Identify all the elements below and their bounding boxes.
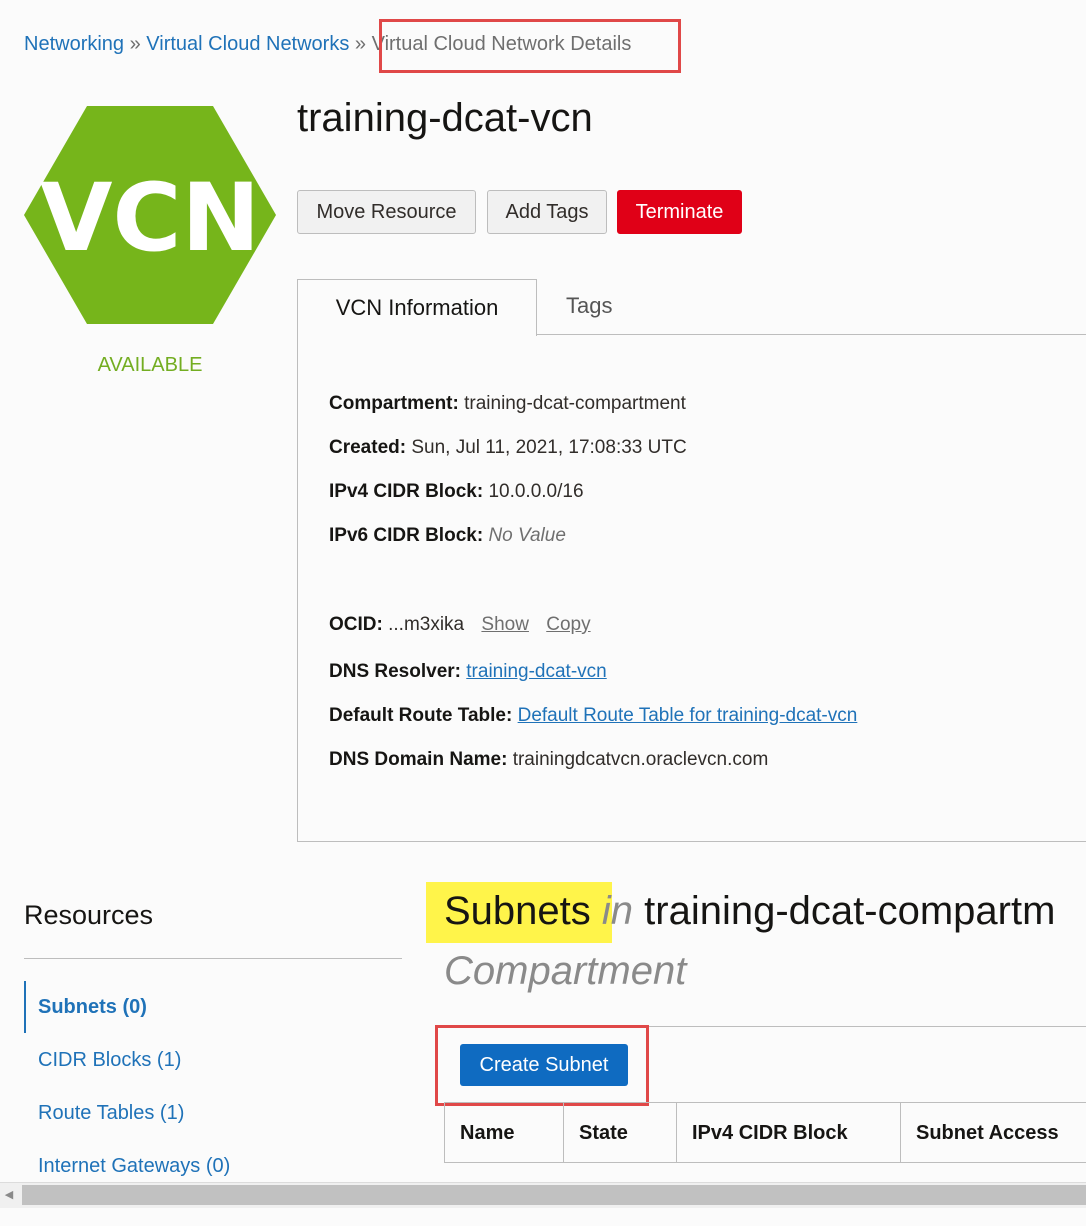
subnets-heading: Subnets in training-dcat-compartm xyxy=(444,889,1055,934)
dns-resolver-link[interactable]: training-dcat-vcn xyxy=(466,661,606,682)
subnets-heading-compartment: training-dcat-compartm xyxy=(644,889,1056,933)
column-header-name[interactable]: Name xyxy=(460,1122,514,1145)
annotation-box-breadcrumb xyxy=(379,19,681,73)
column-header-state[interactable]: State xyxy=(579,1122,628,1145)
ipv6-value: No Value xyxy=(488,525,566,546)
route-table-link[interactable]: Default Route Table for training-dcat-vc… xyxy=(518,705,858,726)
terminate-button[interactable]: Terminate xyxy=(617,190,742,234)
created-label: Created: xyxy=(329,437,407,458)
scroll-left-arrow-icon[interactable]: ◀ xyxy=(2,1188,16,1202)
resources-title: Resources xyxy=(24,900,154,930)
dns-domain-label: DNS Domain Name: xyxy=(329,749,508,770)
column-divider xyxy=(676,1102,677,1163)
resources-divider xyxy=(24,958,402,959)
info-route-table: Default Route Table: Default Route Table… xyxy=(329,705,857,727)
ipv6-label: IPv6 CIDR Block: xyxy=(329,525,484,546)
route-table-label: Default Route Table: xyxy=(329,705,513,726)
subnets-heading-in: in xyxy=(601,889,634,933)
info-ocid: OCID: ...m3xika Show Copy xyxy=(329,614,591,636)
subnets-heading-label: Subnets xyxy=(444,889,591,933)
scrollbar-thumb[interactable] xyxy=(22,1185,1086,1205)
breadcrumb-separator: » xyxy=(129,33,141,55)
compartment-label: Compartment: xyxy=(329,393,459,414)
info-dns-resolver: DNS Resolver: training-dcat-vcn xyxy=(329,661,607,683)
info-created: Created: Sun, Jul 11, 2021, 17:08:33 UTC xyxy=(329,437,687,459)
ocid-value: ...m3xika xyxy=(388,614,465,635)
resource-item-route-tables[interactable]: Route Tables (1) xyxy=(38,1102,184,1125)
info-ipv4: IPv4 CIDR Block: 10.0.0.0/16 xyxy=(329,481,584,503)
resource-item-cidr-blocks[interactable]: CIDR Blocks (1) xyxy=(38,1049,181,1072)
resource-item-internet-gateways[interactable]: Internet Gateways (0) xyxy=(38,1155,230,1178)
tab-vcn-information[interactable]: VCN Information xyxy=(297,279,537,336)
dns-resolver-label: DNS Resolver: xyxy=(329,661,461,682)
ocid-copy-link[interactable]: Copy xyxy=(546,614,590,635)
add-tags-button[interactable]: Add Tags xyxy=(487,190,607,234)
info-compartment: Compartment: training-dcat-compartment xyxy=(329,393,686,415)
ocid-label: OCID: xyxy=(329,614,383,635)
vcn-hexagon-icon: VCN xyxy=(24,106,276,324)
compartment-value: training-dcat-compartment xyxy=(464,393,686,414)
vcn-icon-text: VCN xyxy=(40,164,260,273)
info-dns-domain: DNS Domain Name: trainingdcatvcn.oraclev… xyxy=(329,749,768,771)
column-header-ipv4-cidr[interactable]: IPv4 CIDR Block xyxy=(692,1122,848,1145)
created-value: Sun, Jul 11, 2021, 17:08:33 UTC xyxy=(411,437,687,458)
resource-item-subnets[interactable]: Subnets (0) xyxy=(38,996,147,1019)
subnets-heading-suffix: Compartment xyxy=(444,949,687,993)
info-ipv6: IPv6 CIDR Block: No Value xyxy=(329,525,566,547)
breadcrumb-vcns-link[interactable]: Virtual Cloud Networks xyxy=(146,33,349,55)
active-indicator xyxy=(24,981,26,1033)
bottom-strip xyxy=(0,1208,1086,1226)
move-resource-button[interactable]: Move Resource xyxy=(297,190,476,234)
dns-domain-value: trainingdcatvcn.oraclevcn.com xyxy=(512,749,769,770)
column-divider xyxy=(900,1102,901,1163)
breadcrumb-separator: » xyxy=(354,33,367,55)
ipv4-label: IPv4 CIDR Block: xyxy=(329,481,484,502)
page-title: training-dcat-vcn xyxy=(297,96,593,140)
tab-tags[interactable]: Tags xyxy=(566,293,612,319)
ocid-show-link[interactable]: Show xyxy=(481,614,529,635)
column-divider xyxy=(563,1102,564,1163)
annotation-box-create-subnet xyxy=(435,1025,649,1106)
ipv4-value: 10.0.0.0/16 xyxy=(488,481,584,502)
column-header-subnet-access[interactable]: Subnet Access xyxy=(916,1122,1059,1145)
breadcrumb-networking-link[interactable]: Networking xyxy=(24,33,124,55)
status-badge: AVAILABLE xyxy=(97,354,203,376)
